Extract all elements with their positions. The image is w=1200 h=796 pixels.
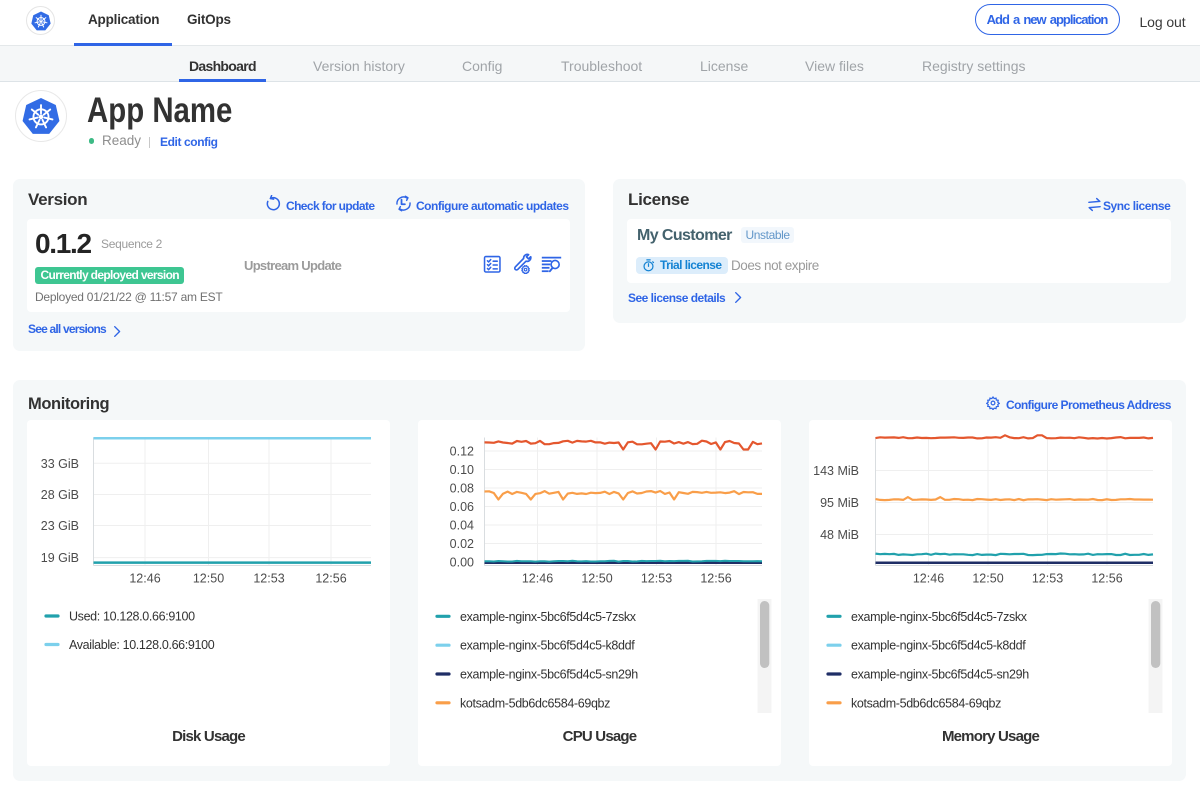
svg-text:0.06: 0.06 [450, 500, 474, 514]
svg-text:12:50: 12:50 [972, 572, 1003, 586]
svg-text:example-nginx-5bc6f5d4c5-k8ddf: example-nginx-5bc6f5d4c5-k8ddf [851, 639, 1026, 653]
svg-text:0.12: 0.12 [450, 445, 474, 459]
svg-text:23 GiB: 23 GiB [41, 519, 79, 533]
svg-text:kotsadm-5db6dc6584-69qbz: kotsadm-5db6dc6584-69qbz [460, 696, 610, 710]
svg-text:Disk Usage: Disk Usage [172, 728, 245, 745]
svg-text:example-nginx-5bc6f5d4c5-k8ddf: example-nginx-5bc6f5d4c5-k8ddf [460, 639, 635, 653]
svg-text:0.00: 0.00 [450, 556, 474, 570]
svg-text:48 MiB: 48 MiB [820, 528, 859, 542]
svg-text:0.08: 0.08 [450, 482, 474, 496]
svg-text:Available: 10.128.0.66:9100: Available: 10.128.0.66:9100 [69, 638, 215, 652]
svg-text:28 GiB: 28 GiB [41, 488, 79, 502]
svg-text:33 GiB: 33 GiB [41, 457, 79, 471]
svg-text:CPU Usage: CPU Usage [563, 728, 637, 745]
svg-text:example-nginx-5bc6f5d4c5-7zskx: example-nginx-5bc6f5d4c5-7zskx [851, 610, 1028, 624]
svg-text:12:50: 12:50 [193, 572, 224, 586]
svg-text:Memory Usage: Memory Usage [942, 728, 1040, 745]
svg-text:example-nginx-5bc6f5d4c5-sn29h: example-nginx-5bc6f5d4c5-sn29h [460, 668, 638, 682]
svg-text:Used: 10.128.0.66:9100: Used: 10.128.0.66:9100 [69, 610, 195, 624]
svg-text:example-nginx-5bc6f5d4c5-sn29h: example-nginx-5bc6f5d4c5-sn29h [851, 668, 1029, 682]
svg-text:12:50: 12:50 [581, 572, 612, 586]
svg-text:kotsadm-5db6dc6584-69qbz: kotsadm-5db6dc6584-69qbz [851, 696, 1001, 710]
svg-text:0.04: 0.04 [450, 519, 474, 533]
svg-text:12:46: 12:46 [913, 572, 944, 586]
svg-text:12:53: 12:53 [253, 572, 284, 586]
svg-text:0.02: 0.02 [450, 537, 474, 551]
svg-text:12:56: 12:56 [1091, 572, 1122, 586]
svg-text:example-nginx-5bc6f5d4c5-7zskx: example-nginx-5bc6f5d4c5-7zskx [460, 610, 637, 624]
svg-text:143 MiB: 143 MiB [813, 464, 859, 478]
svg-text:12:56: 12:56 [700, 572, 731, 586]
svg-text:0.10: 0.10 [450, 463, 474, 477]
svg-text:95 MiB: 95 MiB [820, 496, 859, 510]
svg-text:12:46: 12:46 [522, 572, 553, 586]
svg-text:12:46: 12:46 [129, 572, 160, 586]
svg-text:19 GiB: 19 GiB [41, 551, 79, 565]
svg-text:12:53: 12:53 [641, 572, 672, 586]
svg-text:12:53: 12:53 [1032, 572, 1063, 586]
svg-text:12:56: 12:56 [315, 572, 346, 586]
